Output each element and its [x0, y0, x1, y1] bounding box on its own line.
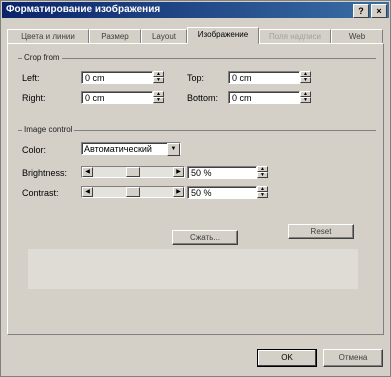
crop-from-title: Crop from	[22, 53, 62, 62]
contrast-label: Contrast:	[22, 188, 59, 198]
close-button[interactable]: ×	[371, 4, 387, 18]
spin-down-icon[interactable]: ▼	[153, 97, 164, 103]
spin-down-icon[interactable]: ▼	[153, 77, 164, 83]
tab-colors-and-lines[interactable]: Цвета и линии	[7, 29, 89, 44]
title-bar: Форматирование изображения ? ×	[2, 2, 389, 18]
format-picture-dialog: Форматирование изображения ? × Цвета и л…	[0, 0, 391, 377]
scan-artifact	[28, 249, 358, 289]
slider-left-arrow-icon[interactable]: ◀	[82, 187, 93, 197]
tab-size[interactable]: Размер	[89, 29, 141, 44]
tab-layout[interactable]: Layout	[141, 29, 187, 44]
brightness-input[interactable]: 50 %	[187, 166, 257, 179]
crop-right-spinner[interactable]: ▲ ▼	[153, 91, 164, 104]
brightness-slider-thumb[interactable]	[126, 167, 140, 177]
ok-button[interactable]: OK	[257, 349, 317, 367]
slider-left-arrow-icon[interactable]: ◀	[82, 167, 93, 177]
tab-picture[interactable]: Изображение	[187, 27, 259, 44]
crop-left-spinner[interactable]: ▲ ▼	[153, 71, 164, 84]
cancel-button[interactable]: Отмена	[323, 349, 383, 367]
brightness-label: Brightness:	[22, 168, 68, 178]
contrast-input[interactable]: 50 %	[187, 186, 257, 199]
color-select[interactable]: Автоматический ▼	[81, 142, 181, 156]
spin-down-icon[interactable]: ▼	[257, 192, 268, 198]
slider-right-arrow-icon[interactable]: ▶	[173, 167, 184, 177]
crop-bottom-input[interactable]: 0 cm	[228, 91, 300, 104]
tab-text-box[interactable]: Поля надписи	[259, 29, 331, 44]
crop-right-input[interactable]: 0 cm	[81, 91, 153, 104]
spin-down-icon[interactable]: ▼	[300, 77, 311, 83]
chevron-down-icon[interactable]: ▼	[167, 143, 180, 156]
brightness-slider[interactable]: ◀ ▶	[81, 166, 185, 178]
brightness-spinner[interactable]: ▲ ▼	[257, 166, 268, 179]
crop-bottom-spinner[interactable]: ▲ ▼	[300, 91, 311, 104]
contrast-slider[interactable]: ◀ ▶	[81, 186, 185, 198]
slider-right-arrow-icon[interactable]: ▶	[173, 187, 184, 197]
spin-down-icon[interactable]: ▼	[257, 172, 268, 178]
crop-left-label: Left:	[22, 73, 40, 83]
contrast-spinner[interactable]: ▲ ▼	[257, 186, 268, 199]
crop-top-spinner[interactable]: ▲ ▼	[300, 71, 311, 84]
spin-down-icon[interactable]: ▼	[300, 97, 311, 103]
crop-from-group: Crop from	[18, 53, 376, 62]
crop-left-input[interactable]: 0 cm	[81, 71, 153, 84]
contrast-slider-thumb[interactable]	[126, 187, 140, 197]
crop-top-input[interactable]: 0 cm	[228, 71, 300, 84]
reset-button[interactable]: Reset	[288, 224, 354, 239]
compress-button[interactable]: Сжать...	[172, 230, 238, 245]
tab-strip: Цвета и линии Размер Layout Изображение …	[7, 27, 385, 44]
crop-right-label: Right:	[22, 93, 46, 103]
tab-web[interactable]: Web	[331, 29, 383, 44]
help-button[interactable]: ?	[353, 4, 369, 18]
crop-bottom-label: Bottom:	[187, 93, 219, 103]
color-label: Color:	[22, 145, 47, 155]
dialog-title: Форматирование изображения	[6, 4, 161, 15]
crop-top-label: Top:	[187, 73, 205, 83]
picture-tab-panel: Crop from Left: 0 cm ▲ ▼ Top: 0 cm ▲ ▼ Rig…	[7, 43, 384, 335]
image-control-title: Image control	[22, 125, 75, 134]
color-select-value: Автоматический	[84, 144, 152, 154]
image-control-group: Image control	[18, 125, 376, 134]
